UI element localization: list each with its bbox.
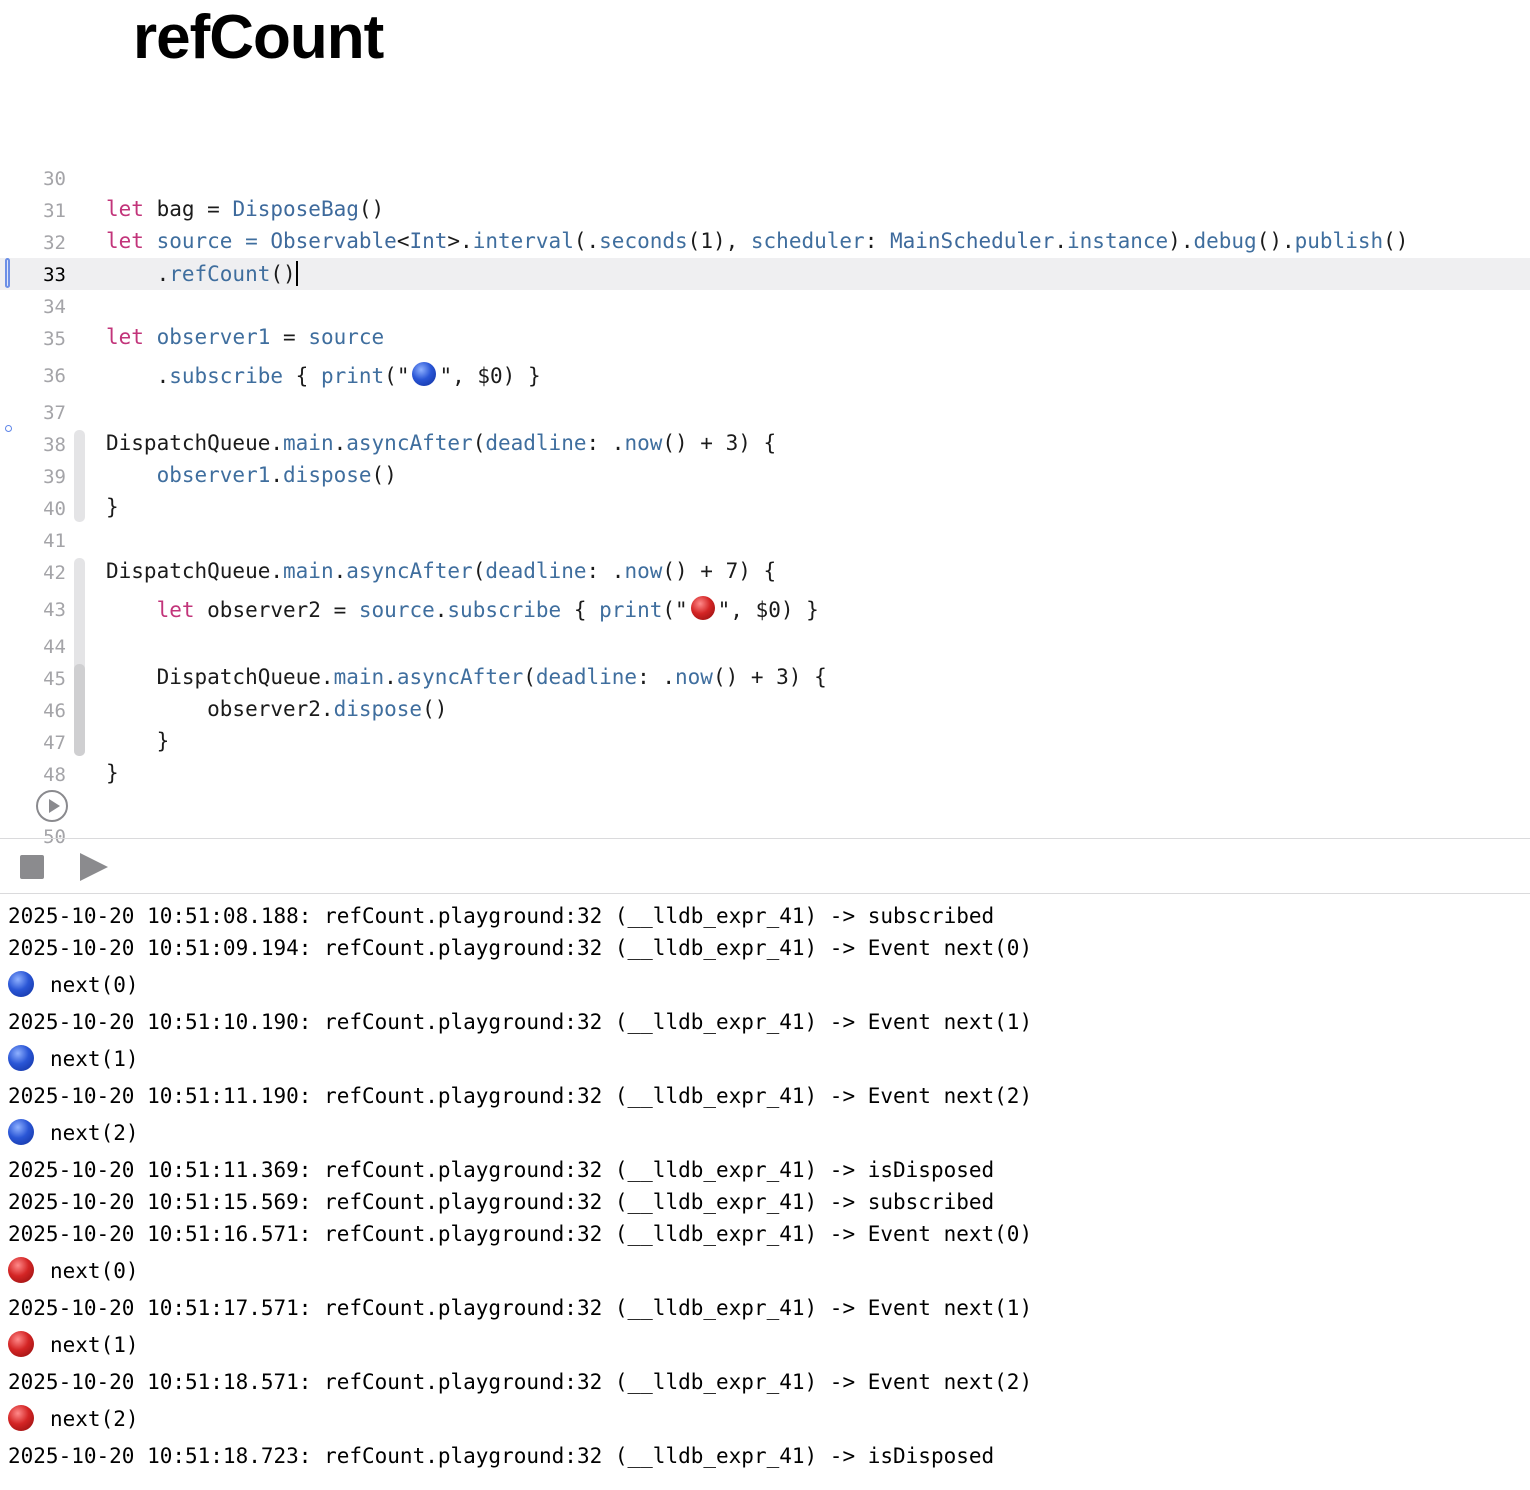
line-number: 50 (43, 826, 66, 848)
code-line-43[interactable]: let observer2 = source.subscribe { print… (106, 596, 819, 622)
code-line-35[interactable]: let observer1 = source (106, 325, 384, 349)
code-line-46[interactable]: observer2.dispose() (106, 697, 447, 721)
text-caret (295, 261, 298, 286)
console-line: 2025-10-20 10:51:17.571: refCount.playgr… (8, 1296, 1033, 1320)
console-line: 2025-10-20 10:51:16.571: refCount.playgr… (8, 1222, 1033, 1246)
blue-circle-emoji (8, 1045, 34, 1071)
code-editor[interactable]: 30 31 32 33 34 35 36 37 38 39 40 41 42 4… (0, 0, 1530, 848)
line-number: 38 (43, 434, 66, 456)
console-line: next(0) (8, 1250, 1032, 1292)
blue-circle-emoji (8, 1119, 34, 1145)
line-number: 33 (43, 264, 66, 286)
divider (0, 838, 1530, 839)
code-line-38[interactable]: DispatchQueue.main.asyncAfter(deadline: … (106, 431, 776, 455)
line-number: 36 (43, 365, 66, 387)
line-number: 41 (43, 530, 66, 552)
red-circle-emoji (8, 1405, 34, 1431)
line-number: 34 (43, 296, 66, 318)
line-number: 42 (43, 562, 66, 584)
code-line-36[interactable]: .subscribe { print(" ", $0) } (106, 362, 541, 388)
code-line-47[interactable]: } (106, 729, 170, 753)
code-line-33[interactable]: .refCount() (106, 261, 298, 286)
console-line: next(0) (8, 964, 1032, 1006)
line-number: 39 (43, 466, 66, 488)
code-line-32[interactable]: let source = Observable<Int>.interval(.s… (106, 229, 1408, 253)
breakpoint-indicator-icon[interactable] (5, 425, 12, 432)
line-number: 44 (43, 636, 66, 658)
line-number: 32 (43, 232, 66, 254)
console-line: 2025-10-20 10:51:18.571: refCount.playgr… (8, 1370, 1033, 1394)
code-line-42[interactable]: DispatchQueue.main.asyncAfter(deadline: … (106, 559, 776, 583)
console-line: 2025-10-20 10:51:09.194: refCount.playgr… (8, 936, 1033, 960)
code-line-48[interactable]: } (106, 761, 119, 785)
code-line-39[interactable]: observer1.dispose() (106, 463, 397, 487)
console-line: 2025-10-20 10:51:15.569: refCount.playgr… (8, 1190, 995, 1214)
line-number: 40 (43, 498, 66, 520)
console-line: next(2) (8, 1112, 1032, 1154)
code-line-31[interactable]: let bag = DisposeBag() (106, 197, 384, 221)
line-number: 43 (43, 599, 66, 621)
play-icon[interactable] (80, 853, 108, 881)
line-number: 46 (43, 700, 66, 722)
fold-ribbon[interactable] (74, 430, 85, 522)
code-line-45[interactable]: DispatchQueue.main.asyncAfter(deadline: … (106, 665, 827, 689)
line-number: 35 (43, 328, 66, 350)
line-number: 37 (43, 402, 66, 424)
fold-ribbon[interactable] (74, 664, 85, 756)
red-circle-emoji (8, 1331, 34, 1357)
console-line: next(1) (8, 1038, 1032, 1080)
current-line-marker (5, 258, 10, 288)
line-number: 30 (43, 168, 66, 190)
console-line: 2025-10-20 10:51:11.190: refCount.playgr… (8, 1084, 1033, 1108)
line-number: 48 (43, 764, 66, 786)
blue-circle-emoji (8, 971, 34, 997)
code-line-40[interactable]: } (106, 495, 119, 519)
divider (0, 893, 1530, 894)
console-line: 2025-10-20 10:51:18.723: refCount.playgr… (8, 1444, 995, 1468)
line-number: 31 (43, 200, 66, 222)
console-line: 2025-10-20 10:51:08.188: refCount.playgr… (8, 904, 995, 928)
stop-icon[interactable] (20, 855, 44, 879)
red-circle-emoji (8, 1257, 34, 1283)
red-circle-emoji (690, 596, 715, 620)
blue-circle-emoji (412, 362, 437, 386)
console-line: 2025-10-20 10:51:11.369: refCount.playgr… (8, 1158, 995, 1182)
run-line-icon[interactable] (36, 790, 68, 822)
console-line: next(1) (8, 1324, 1032, 1366)
console-line: 2025-10-20 10:51:10.190: refCount.playgr… (8, 1010, 1033, 1034)
line-number: 47 (43, 732, 66, 754)
console-line: next(2) (8, 1398, 1032, 1440)
line-number: 45 (43, 668, 66, 690)
debug-console[interactable]: 2025-10-20 10:51:08.188: refCount.playgr… (8, 900, 1032, 1472)
